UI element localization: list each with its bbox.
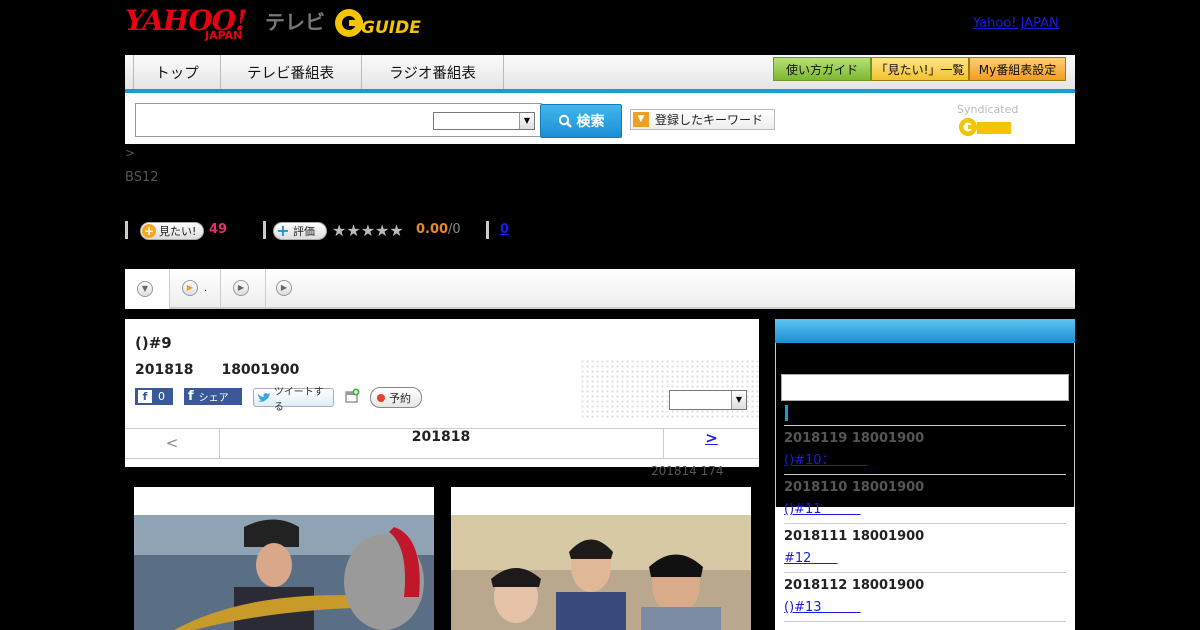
episode-list-item-11: 2018110 18001900 ()#11 xyxy=(784,474,1066,523)
facebook-like-button[interactable]: f 0 xyxy=(135,388,173,405)
gguide-logo[interactable]: GUIDE xyxy=(334,6,434,42)
main-nav: トップ テレビ番組表 ラジオ番組表 使い方ガイド 「見たい!」一覧 My番組表設… xyxy=(125,55,1075,93)
episode-title: ()#9 xyxy=(135,334,172,352)
nav-tab-tv-schedule[interactable]: テレビ番組表 xyxy=(220,55,362,89)
search-button[interactable]: 検索 xyxy=(540,104,622,138)
facebook-share-label: シェア xyxy=(198,393,229,404)
program-tabs: ▼ ▶ . ▶ ▶ xyxy=(125,269,1075,309)
search-bar: ▼ 検索 ▼ 登録したキーワード Syndicated xyxy=(125,93,1075,144)
mitai-list-button[interactable]: 「見たい!」一覧 xyxy=(871,57,969,81)
breadcrumb[interactable]: > xyxy=(125,146,135,160)
yahoo-logo-sub: JAPAN xyxy=(205,29,243,42)
episode-item-link[interactable]: ()#13 xyxy=(784,596,1066,615)
episode-item-date: 2018110 18001900 xyxy=(784,480,925,495)
rating-stars: ★★★★★ xyxy=(332,221,404,240)
episode-item-link[interactable]: ()#10： xyxy=(784,449,1066,468)
twitter-bird-icon xyxy=(257,392,270,402)
tab-2-label: . xyxy=(204,282,208,294)
decorative-dots xyxy=(580,359,759,419)
episode-photo-1-image xyxy=(134,515,434,630)
tweet-button[interactable]: ツイートする xyxy=(253,387,334,413)
facebook-count: 0 xyxy=(158,390,165,403)
pager-prev-button[interactable]: < xyxy=(125,429,220,458)
episode-meta: 201814 174 xyxy=(651,464,724,478)
sidebar-input[interactable] xyxy=(781,374,1069,401)
play-icon: ▶ xyxy=(182,280,198,296)
yahoo-japan-link[interactable]: Yahoo! JAPAN xyxy=(973,16,1059,31)
syndicated-gguide-logo: Syndicated xyxy=(957,103,1075,138)
episode-item-link[interactable]: ()#11 xyxy=(784,498,1066,517)
facebook-icon: f xyxy=(138,390,152,403)
pager-next-button[interactable]: > xyxy=(663,429,759,458)
registered-keywords-label: 登録したキーワード xyxy=(655,113,764,127)
rating-value: 0.00 xyxy=(416,222,449,237)
separator xyxy=(263,221,266,239)
record-dot-icon xyxy=(377,393,385,402)
chevron-down-icon: ▼ xyxy=(731,391,746,409)
rate-button[interactable]: + 評価 xyxy=(273,222,327,240)
registered-keywords-button[interactable]: ▼ 登録したキーワード xyxy=(630,109,775,130)
chevron-down-icon: ▼ xyxy=(519,113,534,129)
episode-item-link[interactable]: #12 xyxy=(784,547,1066,566)
guide-button[interactable]: 使い方ガイド xyxy=(773,57,871,81)
gguide-logo-text: GUIDE xyxy=(361,18,421,38)
tv-label: テレビ xyxy=(265,10,325,34)
episode-photo-2-image xyxy=(451,515,751,630)
tab-3[interactable]: ▶ xyxy=(221,269,266,307)
sidebar-section-marker xyxy=(785,405,788,421)
sidebar-header xyxy=(775,319,1075,343)
yahoo-japan-logo[interactable]: YAHOO! JAPAN xyxy=(125,4,265,42)
episode-pager: < 201818 > xyxy=(125,428,759,459)
triangle-down-icon: ▼ xyxy=(633,112,649,127)
reserve-button[interactable]: 予約 xyxy=(370,387,422,408)
episode-list-item-13: 2018112 18001900 ()#13 xyxy=(784,572,1066,621)
review-count-link[interactable]: 0 xyxy=(500,222,509,237)
episode-photo-2[interactable] xyxy=(451,487,751,630)
episode-photo-1[interactable] xyxy=(134,487,434,630)
plus-icon: + xyxy=(142,224,156,238)
nav-tab-radio-schedule[interactable]: ラジオ番組表 xyxy=(362,55,504,89)
mitai-label: 見たい! xyxy=(159,225,197,238)
reserve-label: 予約 xyxy=(389,391,411,405)
gguide-small-icon xyxy=(959,118,1011,136)
episode-panel: ()#9 201818 18001900 f 0 f シェア ツイートする 予約… xyxy=(125,319,759,467)
episode-list-item-10: 2018119 18001900 ()#10： xyxy=(784,425,1066,474)
play-icon: ▶ xyxy=(276,280,292,296)
search-button-label: 検索 xyxy=(576,114,605,130)
tab-2[interactable]: ▶ . xyxy=(170,269,221,307)
search-input[interactable]: ▼ xyxy=(135,103,542,137)
my-schedule-settings-button[interactable]: My番組表設定 xyxy=(969,57,1066,81)
mitai-button[interactable]: + 見たい! xyxy=(140,222,204,240)
tab-4[interactable]: ▶ xyxy=(266,269,296,307)
episode-item-date: 2018111 18001900 xyxy=(784,529,925,544)
chevron-down-icon: ▼ xyxy=(137,281,153,297)
add-calendar-icon[interactable] xyxy=(344,388,360,404)
rate-label: 評価 xyxy=(293,225,315,238)
episode-list-item-12: 2018111 18001900 #12 xyxy=(784,523,1066,572)
gguide-logo-icon: GUIDE xyxy=(335,9,421,38)
tab-1[interactable]: ▼ xyxy=(125,269,170,309)
pager-current-date: 201818 xyxy=(411,429,471,445)
syndicated-label: Syndicated xyxy=(957,103,1019,116)
episode-list-divider xyxy=(784,621,1066,630)
search-icon xyxy=(558,114,572,128)
channel-name: BS12 xyxy=(125,170,159,185)
episode-datetime: 201818 18001900 xyxy=(135,362,300,378)
episode-item-date: 2018112 18001900 xyxy=(784,578,925,593)
separator xyxy=(125,221,128,239)
facebook-share-button[interactable]: f シェア xyxy=(184,388,242,405)
tweet-label: ツイートする xyxy=(273,386,324,413)
episode-select[interactable]: ▼ xyxy=(669,390,747,410)
nav-tab-top[interactable]: トップ xyxy=(133,55,221,89)
rating-count: /0 xyxy=(448,222,461,237)
plus-icon: + xyxy=(276,221,290,240)
facebook-icon: f xyxy=(188,389,194,404)
episode-item-date: 2018119 18001900 xyxy=(784,431,925,446)
mitai-count: 49 xyxy=(209,222,228,237)
separator xyxy=(486,221,489,239)
play-icon: ▶ xyxy=(233,280,249,296)
search-category-select[interactable]: ▼ xyxy=(433,112,535,130)
